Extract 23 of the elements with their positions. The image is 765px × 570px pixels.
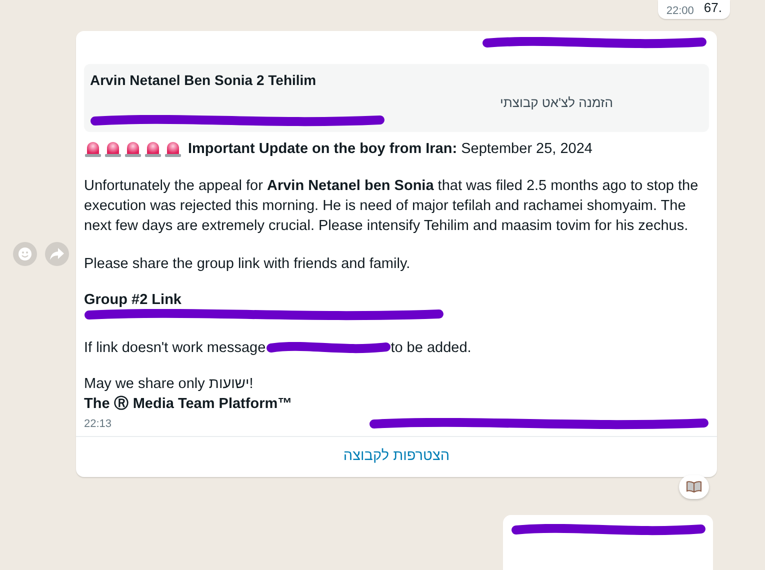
emoji-icon[interactable] [13, 242, 37, 266]
message-time: 22:00 [666, 5, 694, 17]
siren-icon [144, 140, 162, 158]
book-icon [686, 481, 702, 493]
message-text: 67. [704, 0, 722, 15]
message-time: 22:13 [84, 418, 112, 432]
siren-icon [104, 140, 122, 158]
contact-text: If link doesn't work message [84, 340, 266, 356]
message-headline: Important Update on the boy from Iran: September 25, 2024 [188, 141, 592, 157]
preview-description: הזמנה לצ'אט קבוצתי [500, 95, 614, 110]
signature-text: The Ⓡ Media Team Platform™ [84, 394, 294, 414]
closing-text: May we share only ישועות! [84, 375, 254, 394]
join-group-button[interactable]: הצטרפות לקבוצה [76, 437, 717, 477]
message-paragraph: Unfortunately the appeal for Arvin Netanel ben Sonia that was filed 2.5 months ago to stop the execution was rejected this morning. He is need of major tefilah and rachamei shomyaim. The next few days are extremely crucial. Please intensify Tehilim and maasim tovim for his zechus. [84, 177, 700, 236]
reaction-badge[interactable] [679, 475, 709, 499]
group-link-label: Group #2 Link [84, 292, 182, 308]
siren-icon [164, 140, 182, 158]
siren-icon [124, 140, 142, 158]
preview-title: Arvin Netanel Ben Sonia 2 Tehilim [90, 72, 318, 88]
siren-icon [84, 140, 102, 158]
message-paragraph: Please share the group link with friends and family. [84, 255, 412, 274]
contact-text: to be added. [390, 340, 472, 356]
forward-icon[interactable] [45, 242, 69, 266]
